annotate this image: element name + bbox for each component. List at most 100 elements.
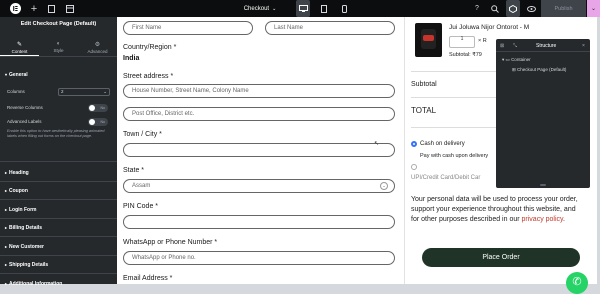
folder-icon: ▭ bbox=[505, 57, 510, 62]
chevron-down-icon: ⌄ bbox=[380, 182, 388, 190]
tab-advanced[interactable]: ⚙ Advanced bbox=[78, 37, 117, 56]
divider bbox=[0, 273, 117, 274]
tab-style[interactable]: ◐ Style bbox=[39, 37, 78, 56]
checkout-page-label: Checkout Page (Default) bbox=[517, 67, 567, 72]
state-select[interactable]: Assam ⌄ bbox=[123, 179, 395, 193]
gear-icon: ⚙ bbox=[94, 42, 101, 48]
section-heading-label: Heading bbox=[9, 170, 29, 176]
page-settings-icon[interactable] bbox=[45, 0, 57, 17]
pencil-icon: ✎ bbox=[16, 42, 23, 48]
town-label: Town / City * bbox=[123, 131, 162, 138]
columns-select[interactable]: 2 ⌄ bbox=[58, 88, 110, 96]
whatsapp-placeholder: WhatsApp or Phone no. bbox=[132, 255, 196, 261]
remove-item-button[interactable]: × R bbox=[478, 38, 487, 44]
section-general-label: General bbox=[9, 72, 28, 78]
section-heading[interactable]: ▸ Heading bbox=[0, 170, 117, 176]
divider bbox=[0, 181, 117, 182]
cod-description: Pay with cash upon delivery bbox=[420, 153, 489, 159]
reverse-columns-toggle-state: No bbox=[100, 106, 105, 110]
publish-button[interactable]: Publish bbox=[541, 0, 586, 17]
desktop-view-icon[interactable] bbox=[296, 0, 310, 17]
caret-down-icon: ▾ bbox=[502, 57, 505, 62]
subtotal-label: Subtotal bbox=[411, 81, 437, 88]
caret-right-icon: ▸ bbox=[5, 170, 8, 175]
elementor-logo-icon[interactable] bbox=[8, 0, 23, 17]
product-image bbox=[415, 23, 442, 57]
pin-label: PIN Code * bbox=[123, 203, 159, 210]
close-x-icon[interactable]: × bbox=[582, 43, 585, 49]
section-shipping-details[interactable]: ▸ Shipping Details bbox=[0, 262, 117, 268]
email-label: Email Address * bbox=[123, 275, 173, 282]
close-icon[interactable]: ⊠ bbox=[500, 43, 504, 49]
caret-right-icon: ▸ bbox=[5, 262, 8, 267]
whatsapp-input[interactable]: WhatsApp or Phone no. bbox=[123, 251, 395, 265]
tab-advanced-label: Advanced bbox=[87, 49, 108, 54]
move-icon[interactable]: ⤡ bbox=[513, 43, 517, 49]
quantity-value: 1 bbox=[460, 36, 464, 42]
structure-resize-handle[interactable] bbox=[540, 184, 546, 186]
help-icon[interactable]: ? bbox=[471, 0, 483, 17]
privacy-policy-link[interactable]: privacy policy bbox=[522, 216, 564, 223]
street-address-input[interactable]: House Number, Street Name, Colony Name bbox=[123, 84, 395, 98]
chevron-down-icon: ⌄ bbox=[272, 5, 277, 12]
privacy-notice: Your personal data will be used to proce… bbox=[411, 195, 579, 225]
reverse-columns-toggle[interactable]: No bbox=[88, 104, 108, 112]
country-label: Country/Region * bbox=[123, 44, 177, 51]
street-address-2-input[interactable]: Post Office, District etc. bbox=[123, 107, 395, 121]
divider bbox=[0, 255, 117, 256]
site-settings-icon[interactable] bbox=[64, 0, 76, 17]
section-coupon[interactable]: ▸ Coupon bbox=[0, 188, 117, 194]
advanced-labels-help: Enable this option to have aesthetically… bbox=[7, 129, 105, 138]
section-new-customer[interactable]: ▸ New Customer bbox=[0, 244, 117, 250]
panel-tabs: ✎ Content ◐ Style ⚙ Advanced bbox=[0, 37, 117, 57]
tab-style-label: Style bbox=[53, 48, 64, 53]
cart-icon: ⊞ bbox=[512, 67, 516, 72]
quantity-stepper[interactable]: 1 bbox=[449, 36, 475, 48]
search-icon[interactable] bbox=[489, 0, 501, 17]
cod-label: Cash on delivery bbox=[420, 141, 465, 147]
section-general[interactable]: ▾ General bbox=[0, 72, 117, 78]
pin-code-input[interactable] bbox=[123, 215, 395, 229]
advanced-labels-toggle-state: No bbox=[100, 120, 105, 124]
section-shipping-details-label: Shipping Details bbox=[9, 262, 49, 268]
cursor-icon: ↖ bbox=[374, 141, 380, 147]
caret-right-icon: ▸ bbox=[5, 225, 8, 230]
tablet-view-icon[interactable] bbox=[318, 0, 330, 17]
town-input[interactable] bbox=[123, 143, 395, 157]
advanced-labels-label: Advanced Labels bbox=[7, 119, 42, 124]
structure-header: ⊠ ⤡ Structure × bbox=[496, 39, 590, 52]
tab-content[interactable]: ✎ Content bbox=[0, 37, 39, 56]
structure-title: Structure bbox=[536, 43, 557, 49]
whatsapp-chat-icon[interactable]: ✆ bbox=[566, 272, 588, 294]
section-login-form-label: Login Form bbox=[9, 207, 37, 213]
last-name-input[interactable]: Last Name bbox=[265, 21, 395, 35]
structure-panel: ⊠ ⤡ Structure × ▾ ▭ Container ⊞ Checkout… bbox=[496, 39, 590, 188]
section-login-form[interactable]: ▸ Login Form bbox=[0, 207, 117, 213]
structure-icon[interactable] bbox=[506, 0, 520, 17]
page-selector[interactable]: Checkout ⌄ bbox=[240, 0, 280, 17]
half-circle-icon: ◐ bbox=[56, 41, 61, 47]
upi-label: UPI/Credit Card/Debit Car bbox=[411, 175, 481, 181]
street2-placeholder: Post Office, District etc. bbox=[132, 111, 195, 117]
divider bbox=[0, 218, 117, 219]
publish-options-chevron-icon[interactable]: ⌄ bbox=[587, 0, 600, 17]
mobile-view-icon[interactable] bbox=[338, 0, 350, 17]
preview-eye-icon[interactable] bbox=[525, 0, 537, 17]
country-value: India bbox=[123, 55, 140, 62]
whatsapp-label: WhatsApp or Phone Number * bbox=[123, 239, 218, 246]
cod-radio[interactable] bbox=[411, 141, 417, 147]
editor-topbar: + Checkout ⌄ ? Publish ⌄ bbox=[0, 0, 600, 17]
section-billing-details[interactable]: ▸ Billing Details bbox=[0, 225, 117, 231]
structure-item-container[interactable]: ▾ ▭ Container bbox=[502, 57, 531, 63]
state-label: State * bbox=[123, 167, 145, 174]
billing-form: First Name Last Name Country/Region * In… bbox=[117, 17, 404, 284]
product-name: Jui Joluwa Nijor Ontorot - M bbox=[449, 24, 530, 31]
first-name-input[interactable]: First Name bbox=[123, 21, 253, 35]
add-element-icon[interactable]: + bbox=[28, 0, 40, 17]
advanced-labels-toggle[interactable]: No bbox=[88, 118, 108, 126]
section-additional-information[interactable]: ▸ Additional Information bbox=[0, 281, 117, 287]
place-order-button[interactable]: Place Order bbox=[422, 248, 580, 267]
upi-radio[interactable] bbox=[411, 164, 417, 170]
item-subtotal: Subtotal: ₹79 bbox=[449, 52, 482, 58]
structure-item-checkout-page[interactable]: ⊞ Checkout Page (Default) bbox=[512, 67, 566, 73]
